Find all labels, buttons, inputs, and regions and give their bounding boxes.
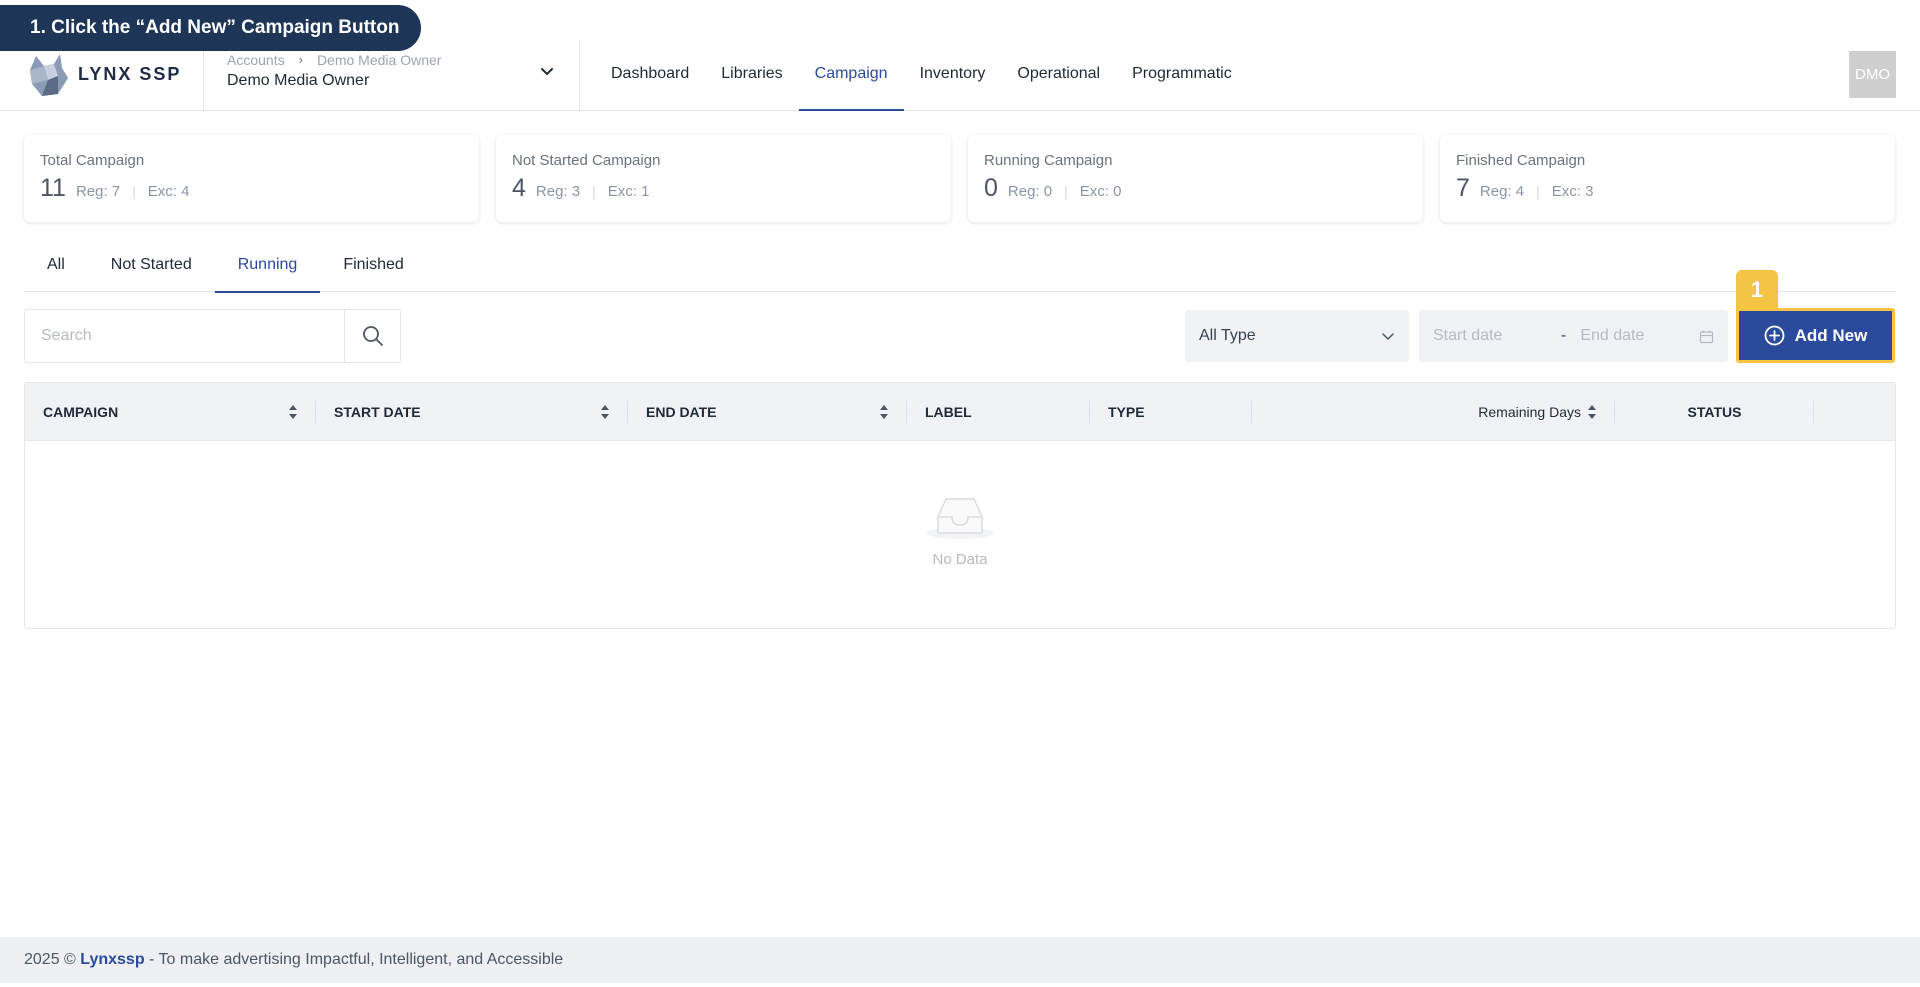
- stat-card-not-started: Not Started Campaign 4 Reg: 3 | Exc: 1: [496, 135, 951, 222]
- search-icon: [362, 326, 383, 346]
- nav-libraries[interactable]: Libraries: [705, 40, 798, 111]
- column-status: STATUS: [1615, 383, 1814, 440]
- search-input[interactable]: [25, 310, 344, 362]
- footer-tagline: - To make advertising Impactful, Intelli…: [144, 951, 564, 968]
- column-end-date[interactable]: END DATE: [628, 383, 907, 440]
- column-start-date[interactable]: START DATE: [316, 383, 628, 440]
- empty-state: No Data: [25, 493, 1895, 568]
- step-badge: 1: [1736, 270, 1778, 310]
- stat-count: 11: [40, 174, 66, 202]
- campaign-stats: Total Campaign 11 Reg: 7 | Exc: 4 Not St…: [24, 135, 1895, 222]
- logo[interactable]: LYNX SSP: [28, 50, 181, 98]
- nav-dashboard[interactable]: Dashboard: [595, 40, 705, 111]
- main-nav: Dashboard Libraries Campaign Inventory O…: [595, 40, 1248, 111]
- date-range-separator: -: [1561, 327, 1567, 344]
- type-filter-value: All Type: [1199, 327, 1256, 344]
- nav-campaign[interactable]: Campaign: [798, 40, 904, 111]
- tab-running[interactable]: Running: [214, 247, 321, 293]
- breadcrumb-separator: ›: [298, 52, 303, 67]
- column-campaign[interactable]: CAMPAIGN: [25, 383, 316, 440]
- stat-card-finished: Finished Campaign 7 Reg: 4 | Exc: 3: [1440, 135, 1895, 222]
- column-type: TYPE: [1090, 383, 1252, 440]
- nav-inventory[interactable]: Inventory: [904, 40, 1002, 111]
- type-filter-select[interactable]: All Type: [1185, 310, 1409, 362]
- campaign-table: CAMPAIGN START DATE END DATE LABEL TYPE …: [24, 382, 1896, 629]
- column-actions: [1814, 383, 1895, 440]
- stat-count: 0: [984, 174, 998, 202]
- stat-divider: |: [1064, 183, 1068, 199]
- nav-programmatic[interactable]: Programmatic: [1116, 40, 1248, 111]
- stat-reg: Reg: 7: [75, 183, 121, 200]
- account-switcher[interactable]: Accounts › Demo Media Owner Demo Media O…: [227, 52, 557, 90]
- sort-icon[interactable]: [879, 404, 889, 420]
- stat-divider: |: [132, 183, 136, 199]
- column-remaining-days[interactable]: Remaining Days: [1252, 383, 1615, 440]
- stat-divider: |: [1536, 183, 1540, 199]
- start-date-input[interactable]: Start date: [1433, 327, 1561, 345]
- stat-exc: Exc: 3: [1551, 183, 1594, 200]
- stat-card-running: Running Campaign 0 Reg: 0 | Exc: 0: [968, 135, 1423, 222]
- tab-not-started[interactable]: Not Started: [88, 247, 215, 292]
- stat-title: Not Started Campaign: [512, 152, 661, 169]
- lynx-logo-icon: [30, 54, 68, 96]
- breadcrumb-accounts[interactable]: Accounts: [227, 52, 285, 68]
- nav-operational[interactable]: Operational: [1001, 40, 1116, 111]
- status-tabs: All Not Started Running Finished: [24, 247, 1896, 293]
- column-label: START DATE: [334, 403, 421, 420]
- footer-copyright: 2025 ©: [24, 951, 81, 968]
- footer: 2025 © Lynxssp - To make advertising Imp…: [0, 937, 1920, 983]
- end-date-input[interactable]: End date: [1580, 327, 1699, 345]
- stat-reg: Reg: 3: [535, 183, 581, 200]
- stat-title: Total Campaign: [40, 152, 145, 169]
- column-label: CAMPAIGN: [43, 403, 119, 420]
- date-range-picker: Start date - End date: [1419, 310, 1728, 362]
- column-label: END DATE: [646, 403, 717, 420]
- chevron-down-icon: [1382, 333, 1394, 341]
- column-label: STATUS: [1687, 403, 1742, 420]
- column-label: Remaining Days: [1478, 403, 1581, 420]
- stat-reg: Reg: 0: [1007, 183, 1053, 200]
- add-new-button[interactable]: Add New: [1736, 308, 1895, 363]
- column-label: TYPE: [1108, 403, 1145, 420]
- footer-brand-link[interactable]: Lynxssp: [80, 951, 144, 968]
- chevron-down-icon[interactable]: [538, 62, 556, 80]
- stat-card-total: Total Campaign 11 Reg: 7 | Exc: 4: [24, 135, 479, 222]
- logo-text: LYNX SSP: [78, 63, 182, 84]
- column-label: LABEL: [925, 403, 972, 420]
- empty-inbox-icon: [926, 498, 994, 539]
- search-box: [24, 309, 401, 363]
- stat-reg: Reg: 4: [1479, 183, 1525, 200]
- stat-exc: Exc: 4: [147, 183, 190, 200]
- breadcrumb-current: Demo Media Owner: [316, 52, 442, 68]
- stat-exc: Exc: 0: [1079, 183, 1122, 200]
- sort-icon[interactable]: [600, 404, 610, 420]
- stat-count: 7: [1456, 174, 1470, 202]
- sort-icon[interactable]: [288, 404, 298, 420]
- search-button[interactable]: [344, 310, 400, 362]
- tab-finished[interactable]: Finished: [320, 247, 426, 292]
- stat-exc: Exc: 1: [607, 183, 650, 200]
- plus-circle-icon: [1764, 325, 1785, 346]
- add-new-label: Add New: [1794, 325, 1868, 345]
- table-header: CAMPAIGN START DATE END DATE LABEL TYPE …: [25, 383, 1895, 441]
- calendar-icon[interactable]: [1699, 329, 1714, 344]
- stat-divider: |: [592, 183, 596, 199]
- sort-icon[interactable]: [1587, 404, 1597, 420]
- header-divider: [579, 40, 580, 110]
- column-label-col: LABEL: [907, 383, 1090, 440]
- stat-title: Running Campaign: [984, 152, 1113, 169]
- account-name: Demo Media Owner: [227, 72, 370, 89]
- tab-all[interactable]: All: [24, 247, 88, 292]
- stat-title: Finished Campaign: [1456, 152, 1586, 169]
- breadcrumb: Accounts › Demo Media Owner: [227, 52, 557, 68]
- stat-count: 4: [512, 174, 526, 202]
- tutorial-step-label: 1. Click the “Add New” Campaign Button: [0, 5, 422, 51]
- empty-text: No Data: [932, 551, 988, 568]
- avatar[interactable]: DMO: [1849, 51, 1896, 98]
